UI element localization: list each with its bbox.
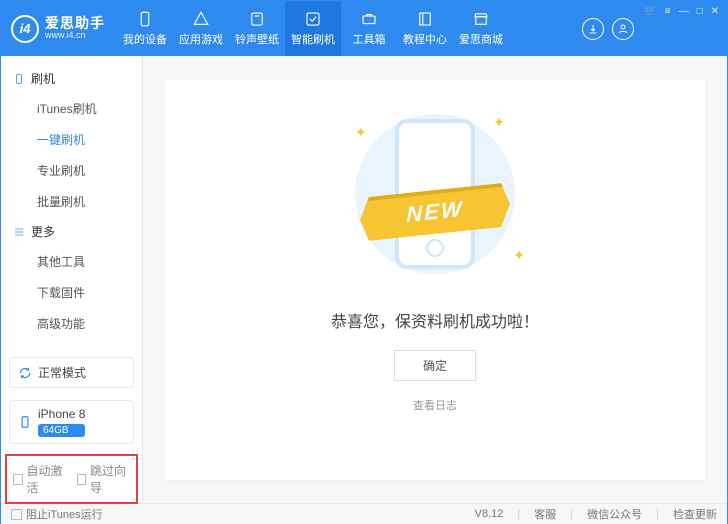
footer-link-update[interactable]: 检查更新 — [673, 506, 717, 522]
success-illustration: NEW ✦✦✦ — [335, 104, 535, 284]
sidebar-group-label: 刷机 — [31, 70, 55, 87]
footer-link-support[interactable]: 客服 — [534, 506, 556, 522]
sidebar-item[interactable]: 一键刷机 — [1, 124, 142, 155]
logo-subtitle: www.i4.cn — [45, 31, 105, 41]
sidebar-item[interactable]: 批量刷机 — [1, 186, 142, 217]
flash-icon — [304, 10, 322, 28]
skip-guide-checkbox[interactable]: 跳过向导 — [77, 462, 131, 496]
sidebar-group-label: 更多 — [31, 223, 55, 240]
sidebar-item[interactable]: 下载固件 — [1, 277, 142, 308]
nav-book[interactable]: 教程中心 — [397, 1, 453, 56]
nav-flash[interactable]: 智能刷机 — [285, 1, 341, 56]
sidebar-item[interactable]: 其他工具 — [1, 246, 142, 277]
storage-badge: 64GB — [38, 424, 85, 437]
mode-indicator[interactable]: 正常模式 — [9, 357, 134, 388]
logo-title: 爱思助手 — [45, 16, 105, 31]
nav-label: 铃声壁纸 — [235, 31, 279, 47]
sidebar-group-more[interactable]: 更多 — [1, 217, 142, 246]
minimize-button[interactable]: — — [679, 6, 689, 17]
nav-label: 应用游戏 — [179, 31, 223, 47]
nav-store[interactable]: 爱思商城 — [453, 1, 509, 56]
toolbox-icon — [360, 10, 378, 28]
nav-apps[interactable]: 应用游戏 — [173, 1, 229, 56]
list-icon — [13, 226, 25, 238]
phone-icon — [136, 10, 154, 28]
store-icon — [472, 10, 490, 28]
phone-icon — [13, 73, 25, 85]
checkbox-label: 跳过向导 — [90, 462, 130, 496]
sidebar-item[interactable]: iTunes刷机 — [1, 93, 142, 124]
ok-button[interactable]: 确定 — [394, 350, 476, 381]
sidebar-item[interactable]: 专业刷机 — [1, 155, 142, 186]
refresh-icon — [18, 366, 32, 380]
nav-label: 工具箱 — [353, 31, 386, 47]
maximize-button[interactable]: □ — [697, 6, 703, 17]
auto-activate-checkbox[interactable]: 自动激活 — [13, 462, 67, 496]
device-name: iPhone 8 — [38, 407, 85, 421]
close-button[interactable]: ✕ — [711, 6, 719, 17]
checkbox-label: 自动激活 — [27, 462, 67, 496]
success-message: 恭喜您，保资料刷机成功啦！ — [331, 308, 539, 332]
result-card: NEW ✦✦✦ 恭喜您，保资料刷机成功啦！ 确定 查看日志 — [165, 80, 705, 480]
device-indicator[interactable]: iPhone 8 64GB — [9, 400, 134, 444]
nav-music[interactable]: 铃声壁纸 — [229, 1, 285, 56]
highlighted-options: 自动激活 跳过向导 — [5, 454, 138, 504]
mode-label: 正常模式 — [38, 364, 86, 381]
cart-icon[interactable]: 🛒 — [644, 6, 656, 17]
view-log-link[interactable]: 查看日志 — [413, 397, 457, 413]
nav-label: 教程中心 — [403, 31, 447, 47]
sidebar-group-flash[interactable]: 刷机 — [1, 64, 142, 93]
book-icon — [416, 10, 434, 28]
sidebar-item[interactable]: 高级功能 — [1, 308, 142, 339]
nav-label: 智能刷机 — [291, 31, 335, 47]
checkbox-label: 阻止iTunes运行 — [26, 506, 103, 522]
download-button[interactable] — [582, 18, 604, 40]
apps-icon — [192, 10, 210, 28]
nav-phone[interactable]: 我的设备 — [117, 1, 173, 56]
device-icon — [18, 415, 32, 429]
nav-label: 爱思商城 — [459, 31, 503, 47]
user-button[interactable] — [612, 18, 634, 40]
nav-toolbox[interactable]: 工具箱 — [341, 1, 397, 56]
footer-link-wechat[interactable]: 微信公众号 — [587, 506, 642, 522]
version-label: V8.12 — [475, 508, 504, 520]
menu-icon[interactable]: ≡ — [665, 6, 671, 17]
music-icon — [248, 10, 266, 28]
nav-label: 我的设备 — [123, 31, 167, 47]
logo-icon: i4 — [11, 15, 39, 43]
block-itunes-checkbox[interactable]: 阻止iTunes运行 — [11, 506, 103, 522]
app-logo: i4 爱思助手 www.i4.cn — [11, 1, 117, 56]
